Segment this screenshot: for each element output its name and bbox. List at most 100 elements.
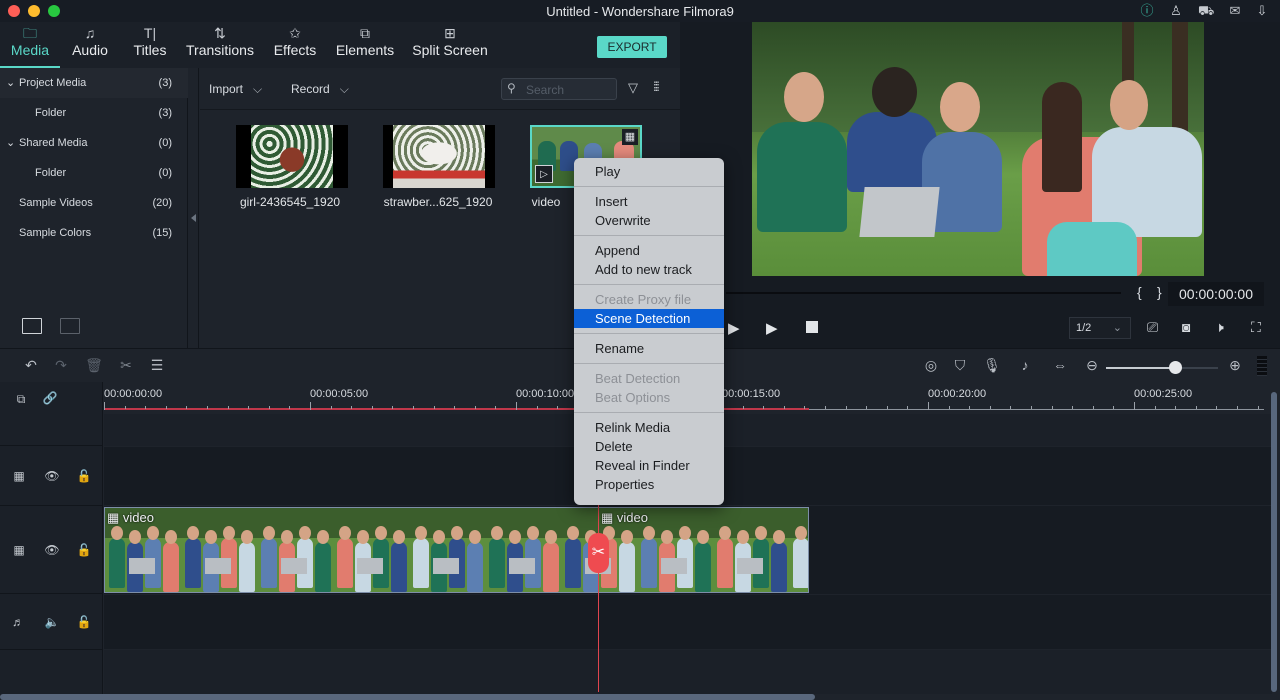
menu-item-relink-media[interactable]: Relink Media [574, 418, 724, 437]
ruler-minor-tick [1113, 406, 1115, 409]
tab-effects[interactable]: ✩ Effects [268, 22, 322, 68]
collapse-arrow-icon [191, 214, 196, 222]
ruler-minor-tick [330, 406, 332, 409]
delete-icon[interactable]: 🗑 [85, 356, 103, 374]
ruler-minor-tick [1031, 406, 1032, 409]
split-screen-icon: ⊞ [444, 25, 456, 41]
media-thumbnail [383, 125, 495, 188]
preview-scrubber[interactable] [726, 292, 1121, 294]
stop-icon[interactable] [806, 321, 818, 333]
ruler-minor-tick [495, 406, 497, 409]
zoom-slider[interactable] [1106, 361, 1218, 374]
ruler-minor-tick [557, 406, 559, 409]
render-preview-icon[interactable]: ◎ [922, 356, 940, 374]
menu-item-properties[interactable]: Properties [574, 475, 724, 494]
speaker-icon[interactable]: 🔈 [44, 614, 60, 630]
menu-item-rename[interactable]: Rename [574, 339, 724, 358]
download-icon[interactable]: ⇩ [1254, 3, 1270, 19]
media-item[interactable] [383, 125, 495, 188]
ruler-minor-tick [371, 406, 373, 409]
ruler-major-tick [516, 402, 517, 410]
redo-icon[interactable]: ↷ [52, 356, 70, 374]
undo-icon[interactable]: ↶ [22, 356, 40, 374]
adjust-icon[interactable]: ☰ [148, 356, 166, 374]
mark-in-button[interactable]: { [1137, 284, 1142, 300]
sidebar-collapse-handle[interactable] [189, 68, 199, 348]
menu-item-scene-detection[interactable]: Scene Detection [574, 309, 724, 328]
tab-elements[interactable]: ⧉ Elements [334, 22, 396, 68]
music-track-icon: ♬ [12, 615, 24, 629]
account-icon[interactable]: ♙ [1168, 3, 1184, 19]
cut-icon[interactable]: ✂ [117, 356, 135, 374]
tab-media[interactable]: 🗀 Media [6, 22, 54, 68]
sidebar-item-sample-videos[interactable]: Sample Videos (20) [0, 188, 188, 218]
export-button[interactable]: EXPORT [597, 36, 667, 58]
clip-frame [257, 508, 333, 592]
ruler-minor-tick [948, 406, 950, 409]
filter-icon[interactable]: ▽ [628, 80, 638, 96]
menu-item-delete[interactable]: Delete [574, 437, 724, 456]
eye-icon[interactable]: 👁 [44, 468, 60, 484]
play-frame-icon[interactable]: ▶ [728, 319, 740, 337]
menu-item-play[interactable]: Play [574, 162, 724, 181]
microphone-icon[interactable]: 🎙 [983, 356, 1001, 374]
ruler-major-tick [104, 402, 105, 410]
unlock-icon[interactable]: 🔓 [76, 542, 92, 558]
horizontal-scrollbar[interactable] [0, 694, 815, 700]
marker-icon[interactable]: ⛉ [951, 356, 969, 374]
fullscreen-icon[interactable]: ⛶ [1251, 319, 1261, 336]
mark-out-button[interactable]: } [1157, 284, 1162, 300]
ruler-label: 00:00:00:00 [104, 388, 163, 400]
ruler-minor-tick [804, 406, 806, 409]
new-folder-icon[interactable] [22, 318, 42, 334]
tab-titles[interactable]: T| Titles [126, 22, 174, 68]
ruler-minor-tick [907, 406, 909, 409]
menu-item-insert[interactable]: Insert [574, 192, 724, 211]
info-icon[interactable]: ⓘ [1139, 3, 1155, 19]
media-thumbnail [236, 125, 348, 188]
transitions-icon: ⇅ [214, 25, 226, 41]
zoom-out-icon[interactable]: ⊖ [1083, 356, 1101, 374]
fit-timeline-icon[interactable]: ⇔ [1051, 356, 1069, 374]
ruler-minor-tick [866, 406, 868, 409]
volume-icon[interactable]: 🕨 [1215, 319, 1224, 336]
play-icon[interactable]: ▶ [766, 319, 778, 337]
sidebar-item-shared-folder[interactable]: Folder (0) [0, 158, 188, 188]
sidebar-item-sample-colors[interactable]: Sample Colors (15) [0, 218, 188, 248]
audio-mixer-icon[interactable]: ♪ [1016, 356, 1034, 374]
quality-select[interactable]: 1/2 ⌄ [1069, 317, 1131, 339]
display-settings-icon[interactable]: ⎚ [1147, 319, 1158, 336]
snapshot-icon[interactable]: ◙ [1182, 319, 1190, 335]
timeline-clip[interactable]: ▦ video ▦ video [104, 507, 809, 593]
sidebar-item-shared-media[interactable]: ⌄ Shared Media (0) [0, 128, 188, 158]
menu-item-add-to-new-track[interactable]: Add to new track [574, 260, 724, 279]
unlock-icon[interactable]: 🔓 [76, 468, 92, 484]
cart-icon[interactable]: ⛟ [1198, 3, 1214, 19]
menu-item-append[interactable]: Append [574, 241, 724, 260]
import-dropdown[interactable]: Import ⌵ [209, 82, 262, 97]
menu-item-reveal-in-finder[interactable]: Reveal in Finder [574, 456, 724, 475]
tab-transitions[interactable]: ⇅ Transitions [184, 22, 256, 68]
sidebar-item-project-folder[interactable]: Folder (3) [0, 98, 188, 128]
eye-icon[interactable]: 👁 [44, 542, 60, 558]
media-item[interactable] [236, 125, 348, 188]
tab-audio[interactable]: ♫ Audio [66, 22, 114, 68]
folder-icon: 🗀 [23, 25, 37, 41]
tab-split-screen[interactable]: ⊞ Split Screen [410, 22, 490, 68]
sidebar-item-project-media[interactable]: ⌄ Project Media (3) [0, 68, 188, 98]
zoom-in-icon[interactable]: ⊕ [1226, 356, 1244, 374]
effects-icon: ✩ [289, 25, 301, 41]
search-input[interactable]: ⚲ Search [501, 78, 617, 100]
clip-label: ▦ video [601, 510, 648, 525]
record-dropdown[interactable]: Record ⌵ [291, 82, 349, 97]
delete-folder-icon[interactable] [60, 318, 80, 334]
playhead-scissors-handle[interactable]: ✂ [588, 533, 609, 573]
menu-separator [574, 363, 724, 364]
media-sidebar: ⌄ Project Media (3) Folder (3) ⌄ Shared Medi… [0, 68, 188, 348]
mail-icon[interactable]: ✉ [1227, 3, 1243, 19]
unlock-icon[interactable]: 🔓 [76, 614, 92, 630]
vertical-scrollbar[interactable] [1271, 392, 1277, 692]
grid-view-icon[interactable]: ⁞⁞⁞ [653, 79, 660, 94]
menu-item-overwrite[interactable]: Overwrite [574, 211, 724, 230]
media-item-name: girl-2436545_1920 [239, 195, 341, 209]
